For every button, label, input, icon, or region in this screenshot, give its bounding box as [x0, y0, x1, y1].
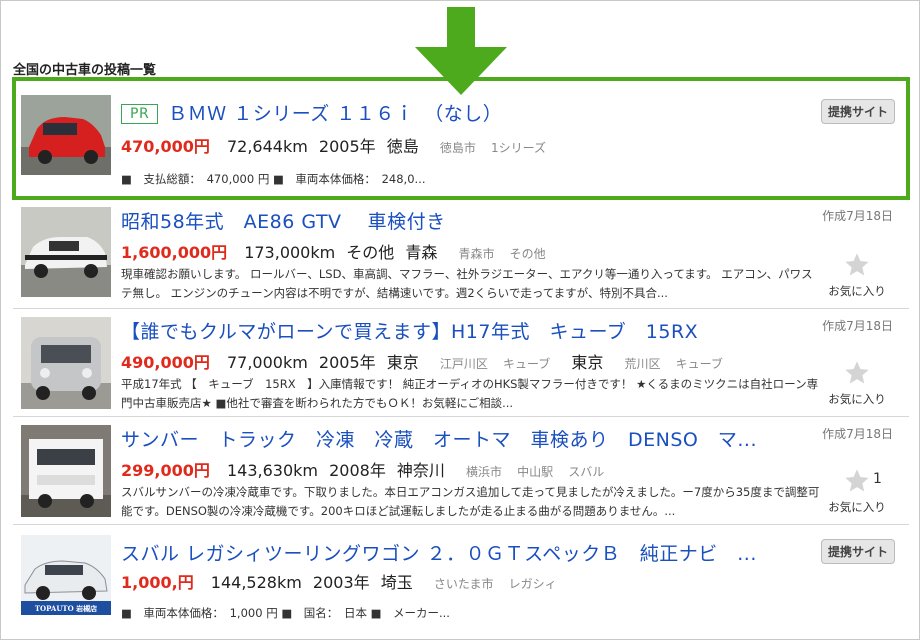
listing-price: 470,000円	[121, 137, 210, 156]
listing-title[interactable]: PR ＢＭＷ １シリーズ １１６ｉ （なし）	[121, 99, 502, 126]
listing-description: 平成17年式 【 キューブ 15RX 】入庫情報です！ 純正オーディオのHKS製…	[121, 377, 819, 410]
list-item[interactable]: 昭和58年式 AE86 GTV 車検付き 1,600,000円 173,000k…	[13, 197, 909, 309]
car-thumbnail[interactable]	[21, 425, 111, 517]
listing-summary: 1,600,000円 173,000km その他 青森 青森市 その他	[121, 243, 546, 262]
listing-summary: 490,000円 77,000km 2005年 東京 江戸川区 キューブ 東京 …	[121, 353, 723, 372]
favorite-button[interactable]: お気に入り	[817, 359, 897, 407]
page-title: 全国の中古車の投稿一覧	[13, 63, 157, 78]
list-item[interactable]: サンバー トラック 冷凍 冷蔵 オートマ 車検あり DENSO マ... 299…	[13, 417, 909, 525]
favorite-button[interactable]: 1 お気に入り	[817, 467, 897, 515]
listing-specs: ■ 支払総額： 470,000 円 ■ 車両本体価格： 248,0...	[121, 172, 426, 186]
list-item[interactable]: 【誰でもクルマがローンで買えます】H17年式 キューブ 15RX 490,000…	[13, 309, 909, 417]
favorite-count: 1	[873, 471, 882, 487]
listing-title[interactable]: 【誰でもクルマがローンで買えます】H17年式 キューブ 15RX	[121, 317, 698, 344]
page-frame: 全国の中古車の投稿一覧 PR ＢＭＷ １シリーズ １１６ｉ （なし） 470,00…	[0, 0, 920, 640]
created-date: 作成7月18日	[822, 319, 893, 333]
pr-badge: PR	[121, 104, 159, 124]
listing-title[interactable]: スバル レガシィツーリングワゴン ２．０ＧＴスペックＢ 純正ナビ ...	[121, 539, 757, 566]
car-thumbnail[interactable]	[21, 317, 111, 409]
star-icon	[845, 253, 869, 276]
created-date: 作成7月18日	[822, 427, 893, 441]
listing-description: 現車確認お願いします。 ロールバー、LSD、車高調、マフラー、社外ラジエーター、…	[121, 267, 813, 300]
svg-text:TOPAUTO 岩槻店: TOPAUTO 岩槻店	[35, 604, 97, 613]
listing-specs: ■ 車両本体価格： 1,000 円 ■ 国名： 日本 ■ メーカー...	[121, 606, 450, 620]
list-item[interactable]: TOPAUTO 岩槻店 スバル レガシィツーリングワゴン ２．０ＧＴスペックＢ …	[13, 525, 909, 637]
car-thumbnail[interactable]	[21, 207, 111, 297]
partner-site-badge: 提携サイト	[820, 99, 895, 124]
listing-title[interactable]: サンバー トラック 冷凍 冷蔵 オートマ 車検あり DENSO マ...	[121, 425, 757, 452]
car-thumbnail[interactable]	[21, 95, 111, 175]
star-icon	[845, 469, 869, 492]
list-item[interactable]: PR ＢＭＷ １シリーズ １１６ｉ （なし） 470,000円 72,644km …	[13, 85, 909, 197]
listing-title[interactable]: 昭和58年式 AE86 GTV 車検付き	[121, 207, 446, 234]
favorite-button[interactable]: お気に入り	[817, 251, 897, 299]
created-date: 作成7月18日	[822, 209, 893, 223]
listing-description: スバルサンバーの冷凍冷蔵車です。下取りました。本日エアコンガス追加して走って見ま…	[121, 485, 820, 518]
down-arrow-icon	[415, 7, 507, 95]
listing-summary: 1,000,円 144,528km 2003年 埼玉 さいたま市 レガシィ	[121, 573, 557, 592]
star-icon	[845, 361, 869, 384]
listing-summary: 470,000円 72,644km 2005年 徳島 徳島市 1シリーズ	[121, 137, 547, 156]
partner-site-badge: 提携サイト	[820, 539, 895, 564]
listing-summary: 299,000円 143,630km 2008年 神奈川 横浜市 中山駅 スバル	[121, 461, 605, 480]
car-thumbnail[interactable]: TOPAUTO 岩槻店	[21, 535, 111, 615]
